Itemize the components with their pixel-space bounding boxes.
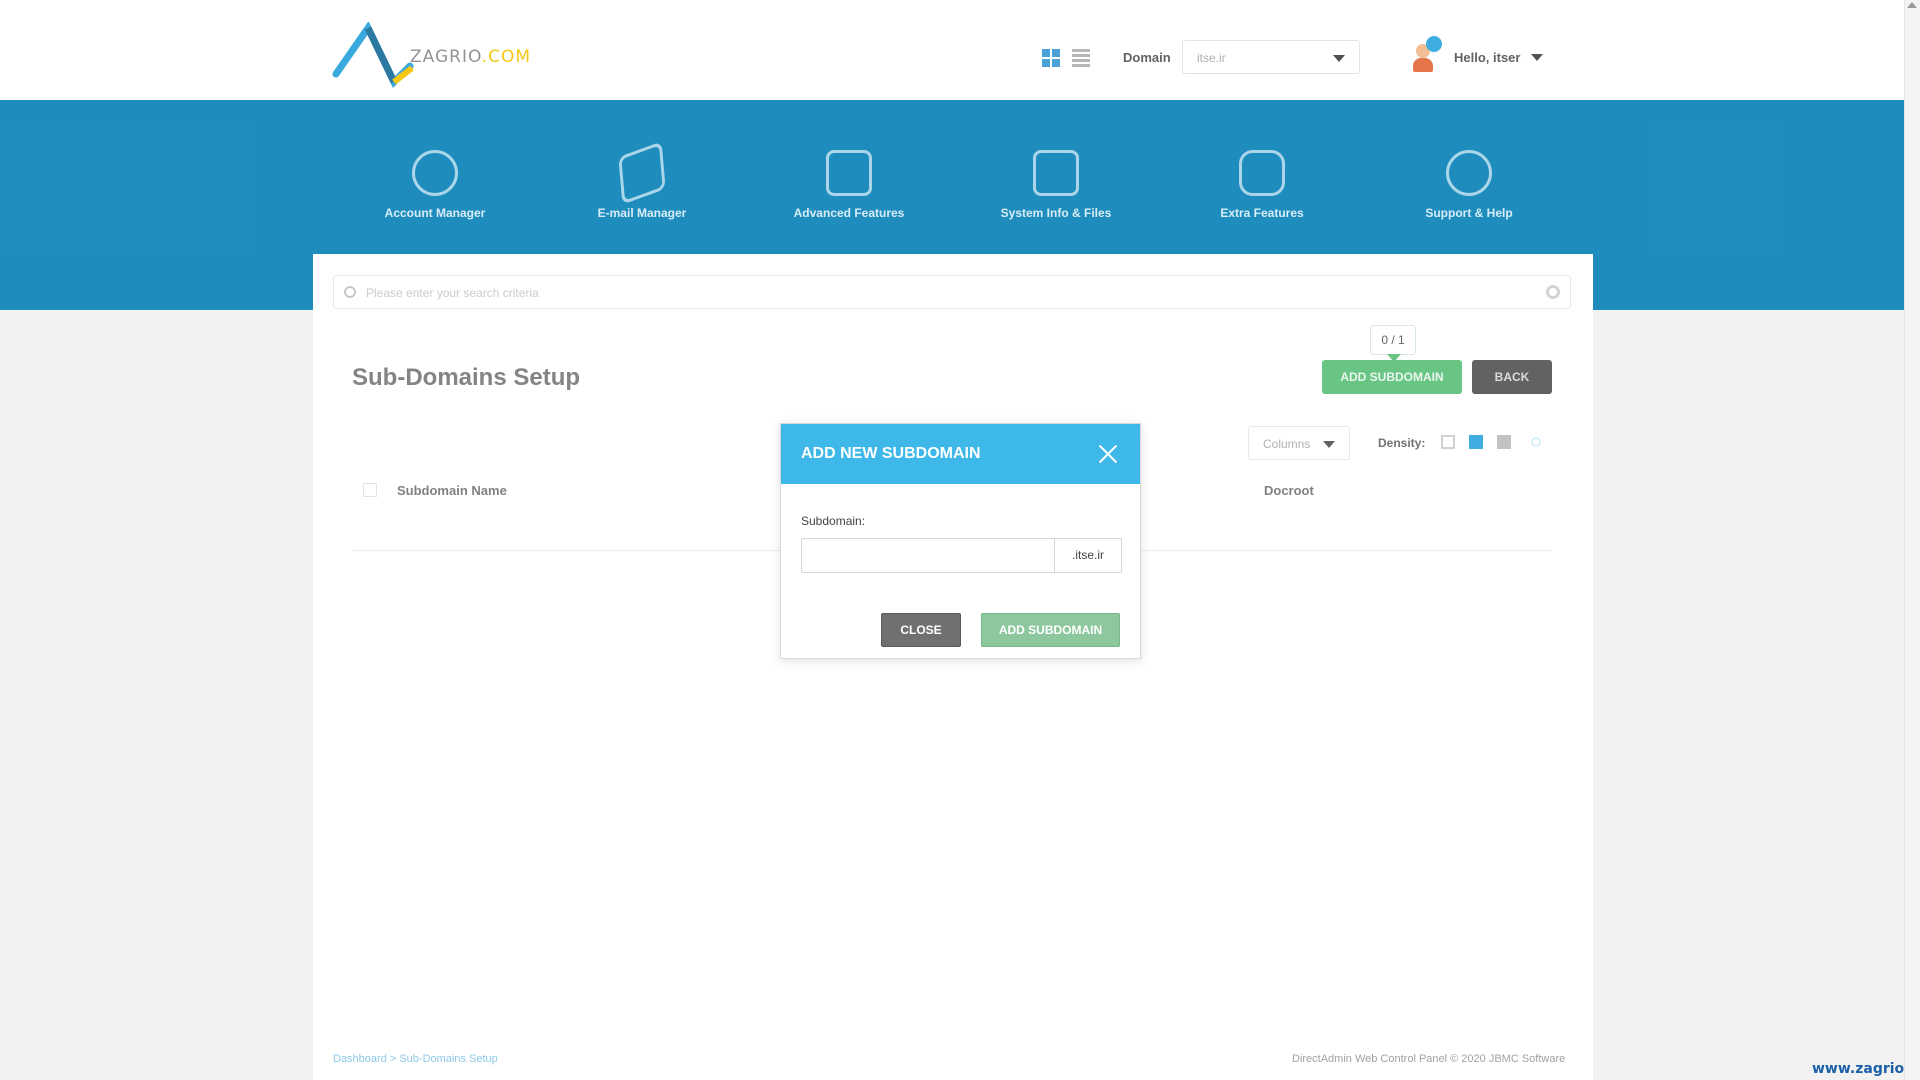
scroll-up-icon[interactable] — [1907, 2, 1917, 8]
close-icon[interactable] — [1098, 444, 1118, 464]
add-subdomain-dialog: ADD NEW SUBDOMAIN Subdomain: .itse.ir CL… — [780, 423, 1141, 659]
add-subdomain-submit-button[interactable]: ADD SUBDOMAIN — [981, 613, 1120, 647]
domain-suffix: .itse.ir — [1054, 538, 1122, 573]
subdomain-input[interactable] — [801, 538, 1055, 573]
dialog-header: ADD NEW SUBDOMAIN — [781, 424, 1140, 484]
dialog-title: ADD NEW SUBDOMAIN — [801, 445, 981, 462]
close-button[interactable]: CLOSE — [881, 613, 961, 647]
subdomain-label: Subdomain: — [801, 514, 866, 528]
scrollbar[interactable] — [1904, 0, 1920, 1080]
